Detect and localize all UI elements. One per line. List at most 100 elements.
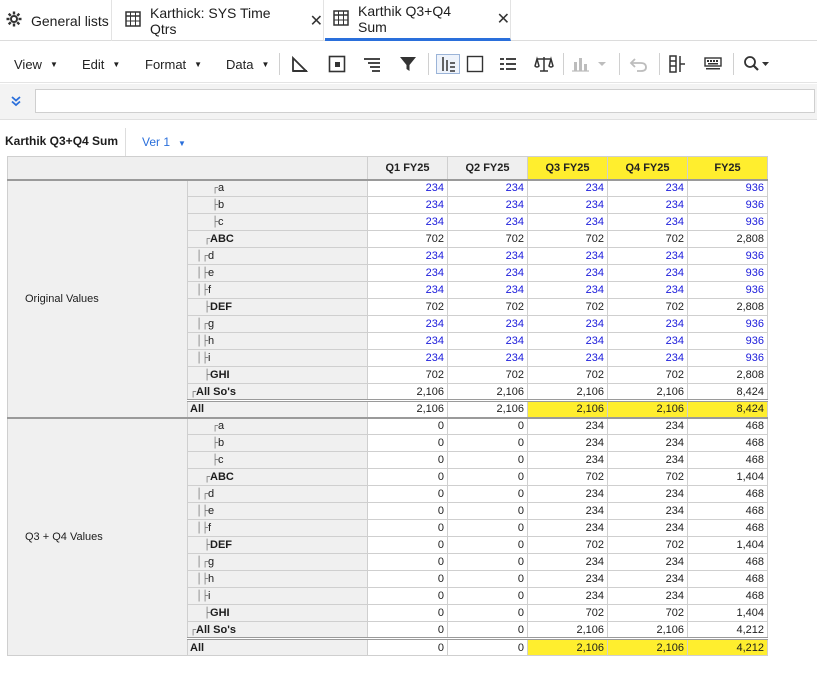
grid-cell[interactable]: 234 (607, 570, 688, 588)
edit-menu[interactable]: Edit ▼ (82, 45, 120, 83)
list-icon[interactable] (498, 54, 518, 74)
grid-cell[interactable]: 936 (687, 315, 768, 333)
row-member[interactable]: │┌g (187, 315, 368, 333)
grid-cell[interactable]: 468 (687, 416, 768, 435)
grid-cell[interactable]: 234 (447, 315, 528, 333)
row-member[interactable]: ├GHI (187, 604, 368, 622)
grid-cell[interactable]: 234 (527, 349, 608, 367)
grid-cell[interactable]: 234 (607, 519, 688, 537)
grid-cell[interactable]: 234 (367, 247, 448, 265)
grid-cell[interactable]: 234 (447, 264, 528, 282)
grid-cell[interactable]: 2,808 (687, 230, 768, 248)
grid-cell[interactable]: 234 (367, 213, 448, 231)
grid-cell[interactable]: 702 (607, 536, 688, 554)
grid-cell[interactable]: 468 (687, 485, 768, 503)
grid-cell[interactable]: 702 (607, 298, 688, 316)
grid-cell[interactable]: 0 (447, 451, 528, 469)
grid-cell[interactable]: 234 (527, 434, 608, 452)
grid-cell[interactable]: 2,808 (687, 366, 768, 384)
row-member[interactable]: ┌a (187, 178, 368, 197)
view-menu[interactable]: View ▼ (14, 45, 58, 83)
grid-cell[interactable]: 234 (607, 196, 688, 214)
row-member[interactable]: ┌All So's (187, 621, 368, 639)
grid-cell[interactable]: 468 (687, 434, 768, 452)
grid-cell[interactable]: 0 (447, 621, 528, 639)
grid-cell[interactable]: 2,106 (367, 399, 448, 418)
row-member[interactable]: ├b (187, 196, 368, 214)
grid-cell[interactable]: 0 (447, 485, 528, 503)
row-member[interactable]: ┌ABC (187, 468, 368, 486)
column-header[interactable]: Q4 FY25 (607, 156, 688, 180)
grid-cell[interactable]: 234 (527, 416, 608, 435)
grid-cell[interactable]: 0 (367, 553, 448, 571)
grid-cell[interactable]: 234 (527, 264, 608, 282)
grid-cell[interactable]: 936 (687, 264, 768, 282)
version-selector[interactable]: Ver 1 ▼ (142, 135, 186, 149)
grid-cell[interactable]: 234 (527, 247, 608, 265)
grid-cell[interactable]: 0 (447, 519, 528, 537)
grid-cell[interactable]: 702 (367, 366, 448, 384)
grid-cell[interactable]: 702 (527, 604, 608, 622)
grid-cell[interactable]: 234 (607, 451, 688, 469)
grid-cell[interactable]: 936 (687, 349, 768, 367)
pivot-icon[interactable] (436, 54, 460, 74)
grid-cell[interactable]: 234 (367, 196, 448, 214)
tab-karthick-sys-time-qtrs[interactable]: Karthick: SYS Time Qtrs ✕ (113, 0, 324, 41)
grid-cell[interactable]: 0 (367, 519, 448, 537)
row-member[interactable]: │├f (187, 281, 368, 299)
grid-cell[interactable]: 702 (447, 366, 528, 384)
formula-input[interactable] (35, 89, 815, 113)
column-header[interactable]: Q3 FY25 (527, 156, 608, 180)
grid-cell[interactable]: 234 (527, 315, 608, 333)
grid-cell[interactable]: 2,106 (527, 383, 608, 401)
grid-cell[interactable]: 0 (447, 570, 528, 588)
grid-cell[interactable]: 234 (527, 553, 608, 571)
grid-cell[interactable]: 0 (367, 570, 448, 588)
grid-cell[interactable]: 234 (527, 502, 608, 520)
chart-icon[interactable] (571, 54, 611, 74)
row-member[interactable]: All (187, 399, 368, 418)
grid-cell[interactable]: 1,404 (687, 468, 768, 486)
grid-cell[interactable]: 234 (367, 349, 448, 367)
grid-cell[interactable]: 234 (607, 332, 688, 350)
grid-cell[interactable]: 234 (607, 349, 688, 367)
grid-cell[interactable]: 2,106 (447, 399, 528, 418)
grid-cell[interactable]: 468 (687, 553, 768, 571)
row-member[interactable]: │├e (187, 264, 368, 282)
grid-cell[interactable]: 702 (527, 366, 608, 384)
grid-cell[interactable]: 936 (687, 213, 768, 231)
row-member[interactable]: ├b (187, 434, 368, 452)
grid-cell[interactable]: 0 (447, 416, 528, 435)
row-member[interactable]: ┌ABC (187, 230, 368, 248)
row-member[interactable]: ├GHI (187, 366, 368, 384)
grid-cell[interactable]: 234 (527, 281, 608, 299)
undo-icon[interactable] (629, 54, 649, 74)
grid-cell[interactable]: 234 (607, 587, 688, 605)
balance-icon[interactable] (534, 54, 554, 74)
grid-cell[interactable]: 0 (367, 502, 448, 520)
grid-cell[interactable]: 2,106 (527, 621, 608, 639)
grid-cell[interactable]: 0 (447, 637, 528, 656)
grid-cell[interactable]: 936 (687, 196, 768, 214)
row-member[interactable]: │├i (187, 587, 368, 605)
column-header[interactable]: FY25 (687, 156, 768, 180)
row-member[interactable]: │┌g (187, 553, 368, 571)
grid-cell[interactable]: 234 (527, 485, 608, 503)
grid-cell[interactable]: 2,106 (607, 399, 688, 418)
grid-cell[interactable]: 0 (447, 434, 528, 452)
grid-cell[interactable]: 0 (447, 502, 528, 520)
grid-cell[interactable]: 234 (447, 349, 528, 367)
grid-cell[interactable]: 702 (607, 468, 688, 486)
row-member[interactable]: ├DEF (187, 536, 368, 554)
row-group-label[interactable]: Q3 + Q4 Values (7, 416, 188, 656)
grid-cell[interactable]: 234 (367, 264, 448, 282)
grid-cell[interactable]: 468 (687, 570, 768, 588)
grid-cell[interactable]: 468 (687, 451, 768, 469)
grid-cell[interactable]: 234 (607, 247, 688, 265)
grid-cell[interactable]: 234 (607, 315, 688, 333)
grid-cell[interactable]: 2,106 (607, 383, 688, 401)
grid-cell[interactable]: 0 (367, 604, 448, 622)
insert-column-icon[interactable] (667, 54, 687, 74)
column-header[interactable]: Q1 FY25 (367, 156, 448, 180)
grid-cell[interactable]: 234 (607, 485, 688, 503)
